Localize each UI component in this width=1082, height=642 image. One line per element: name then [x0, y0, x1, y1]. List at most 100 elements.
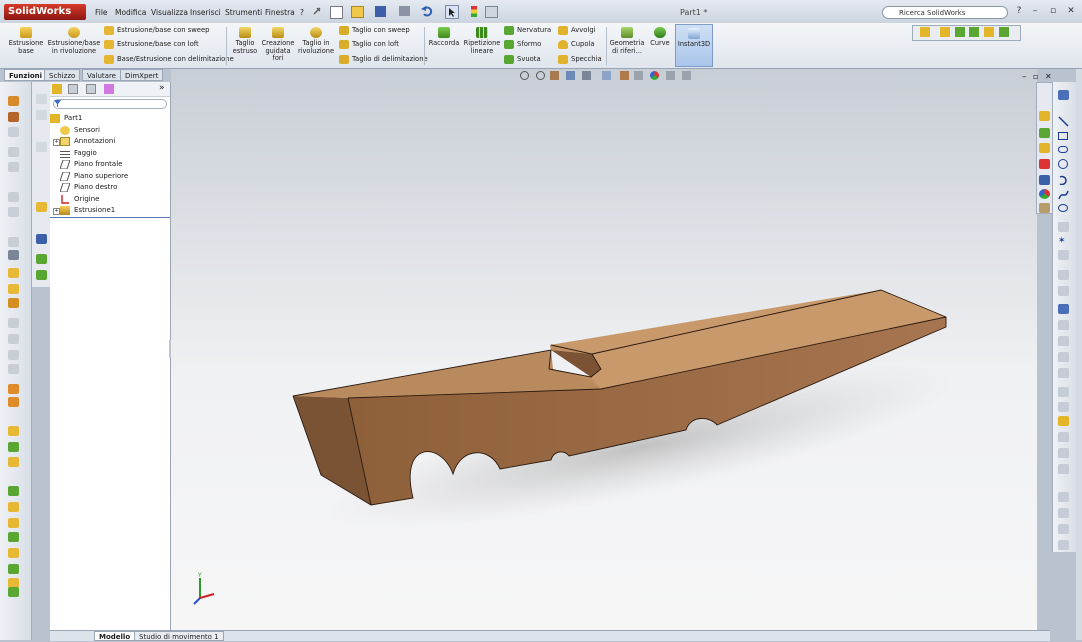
dimxpert-tab-icon[interactable]	[104, 84, 114, 94]
line-tool-icon[interactable]	[1058, 90, 1069, 100]
zoom-to-fit-icon[interactable]	[520, 71, 529, 80]
dynamic-annotation-icon[interactable]	[582, 71, 591, 80]
tree-item-piano-superiore[interactable]: Piano superiore	[59, 171, 128, 182]
lofted-cut-button[interactable]: Taglio con loft	[339, 39, 399, 50]
slot-icon[interactable]	[1058, 146, 1068, 153]
close-button[interactable]: ✕	[1066, 6, 1076, 16]
menu-inserisci[interactable]: Inserisci	[190, 8, 221, 17]
tool-icon-4[interactable]	[8, 486, 19, 496]
folder-icon[interactable]	[1039, 143, 1050, 153]
fillet-sketch-icon[interactable]	[1058, 222, 1069, 232]
tree-item-piano-frontale[interactable]: Piano frontale	[59, 159, 122, 170]
tool-icon-11[interactable]	[8, 587, 19, 597]
camera-icon[interactable]	[8, 250, 19, 260]
tool-a-icon[interactable]	[36, 94, 47, 104]
reference-geometry-button[interactable]: Geometria di riferi...	[608, 27, 646, 55]
tool-icon-1[interactable]	[8, 426, 19, 436]
tool-icon-6[interactable]	[8, 518, 19, 528]
section-props-icon[interactable]	[8, 350, 19, 360]
rectangle-icon[interactable]	[1058, 132, 1068, 140]
mirror-button[interactable]: Specchia	[558, 54, 602, 65]
tab-valutare[interactable]: Valutare	[82, 69, 121, 81]
menu-file[interactable]: File	[95, 8, 108, 17]
previous-view-icon[interactable]	[550, 71, 559, 80]
options-icon[interactable]	[485, 6, 498, 18]
open-folder-icon[interactable]	[351, 6, 364, 18]
tab-schizzo[interactable]: Schizzo	[44, 69, 81, 81]
smart-dimension-icon[interactable]	[1039, 128, 1050, 138]
tool-m-icon[interactable]	[1058, 540, 1069, 550]
menu-strumenti[interactable]: Strumenti	[225, 8, 262, 17]
tool-i-icon[interactable]	[1058, 464, 1069, 474]
minimize-button[interactable]: –	[1030, 6, 1040, 16]
property-manager-tab-icon[interactable]	[68, 84, 78, 94]
select-icon[interactable]	[445, 5, 459, 19]
tab-dimxpert[interactable]: DimXpert	[120, 69, 164, 81]
dome-button[interactable]: Cupola	[558, 39, 595, 50]
move-icon[interactable]	[1058, 368, 1069, 378]
new-document-icon[interactable]	[330, 6, 343, 19]
tool-icon-8[interactable]	[8, 548, 19, 558]
viewport-restore-icon[interactable]: ▫	[1033, 72, 1038, 81]
tool-l-icon[interactable]	[1058, 524, 1069, 534]
sketch-edit-icon[interactable]	[36, 202, 47, 212]
hide-show-icon[interactable]	[634, 71, 643, 80]
solidworks-logo[interactable]: SolidWorks	[4, 4, 86, 20]
extruded-cut-button[interactable]: Taglio estruso	[230, 27, 260, 55]
text-icon[interactable]	[1058, 250, 1069, 260]
check-icon[interactable]	[8, 364, 19, 374]
record-icon[interactable]	[1039, 159, 1050, 169]
feature-icon-1[interactable]	[8, 268, 19, 278]
repair-icon[interactable]	[1058, 402, 1069, 412]
expand-icon[interactable]: +	[53, 139, 60, 146]
restore-button[interactable]: ▫	[1048, 6, 1058, 16]
tool-d-icon[interactable]	[36, 234, 47, 244]
offset-icon[interactable]	[1058, 320, 1069, 330]
curves-button[interactable]: Curve	[646, 27, 674, 48]
menu-help[interactable]: ?	[300, 8, 304, 17]
tool-j-icon[interactable]	[1058, 492, 1069, 502]
section-view-icon[interactable]	[566, 71, 575, 80]
appearance-icon[interactable]	[8, 384, 19, 394]
tool-k-icon[interactable]	[1058, 508, 1069, 518]
apply-scene-icon[interactable]	[666, 71, 675, 80]
smart-dimension-icon[interactable]	[969, 27, 979, 37]
tool-icon-3[interactable]	[8, 457, 19, 467]
view-orientation-icon[interactable]	[602, 71, 611, 80]
tree-item-origine[interactable]: Origine	[60, 194, 99, 205]
tool-b-icon[interactable]	[36, 110, 47, 120]
tree-root-part[interactable]: Part1	[50, 113, 82, 124]
swept-cut-button[interactable]: Taglio con sweep	[339, 25, 410, 36]
trim-icon[interactable]	[1058, 286, 1069, 296]
save-icon[interactable]	[375, 6, 386, 17]
tree-filter-input[interactable]	[53, 99, 167, 109]
quick-snap-icon[interactable]	[1058, 416, 1069, 426]
appearance-icon[interactable]	[1039, 189, 1050, 199]
tool-icon-7[interactable]	[8, 532, 19, 542]
menu-modifica[interactable]: Modifica	[115, 8, 146, 17]
edit-appearance-icon[interactable]	[650, 71, 659, 80]
menu-visualizza[interactable]: Visualizza	[151, 8, 188, 17]
viewport-minimize-icon[interactable]: –	[1022, 72, 1027, 82]
vertical-scrollbar[interactable]	[1076, 69, 1082, 640]
zoom-fit-icon[interactable]	[8, 147, 19, 157]
tool-f-icon[interactable]	[36, 270, 47, 280]
boundary-boss-button[interactable]: Base/Estrusione con delimitazione	[104, 54, 234, 65]
sketch-icon[interactable]	[1039, 111, 1050, 121]
linear-pattern-button[interactable]: Ripetizione lineare	[462, 27, 502, 55]
measure-icon[interactable]	[8, 318, 19, 328]
undo-icon[interactable]	[421, 5, 433, 17]
grid-icon[interactable]	[1039, 175, 1050, 185]
search-input[interactable]: Ricerca SolidWorks	[882, 6, 1008, 19]
tree-item-annotazioni[interactable]: + Annotazioni	[53, 136, 115, 147]
tool-icon-9[interactable]	[8, 564, 19, 574]
tool-e-icon[interactable]	[36, 254, 47, 264]
scene-icon[interactable]	[8, 397, 19, 407]
convert-icon[interactable]	[1058, 304, 1069, 314]
mass-props-icon[interactable]	[8, 334, 19, 344]
swept-boss-button[interactable]: Estrusione/base con sweep	[104, 25, 209, 36]
task-pane-icon[interactable]	[1039, 203, 1050, 213]
expand-panel-icon[interactable]: »	[159, 83, 165, 93]
part-icon[interactable]	[920, 27, 930, 37]
wood-part-model[interactable]	[171, 69, 1037, 630]
